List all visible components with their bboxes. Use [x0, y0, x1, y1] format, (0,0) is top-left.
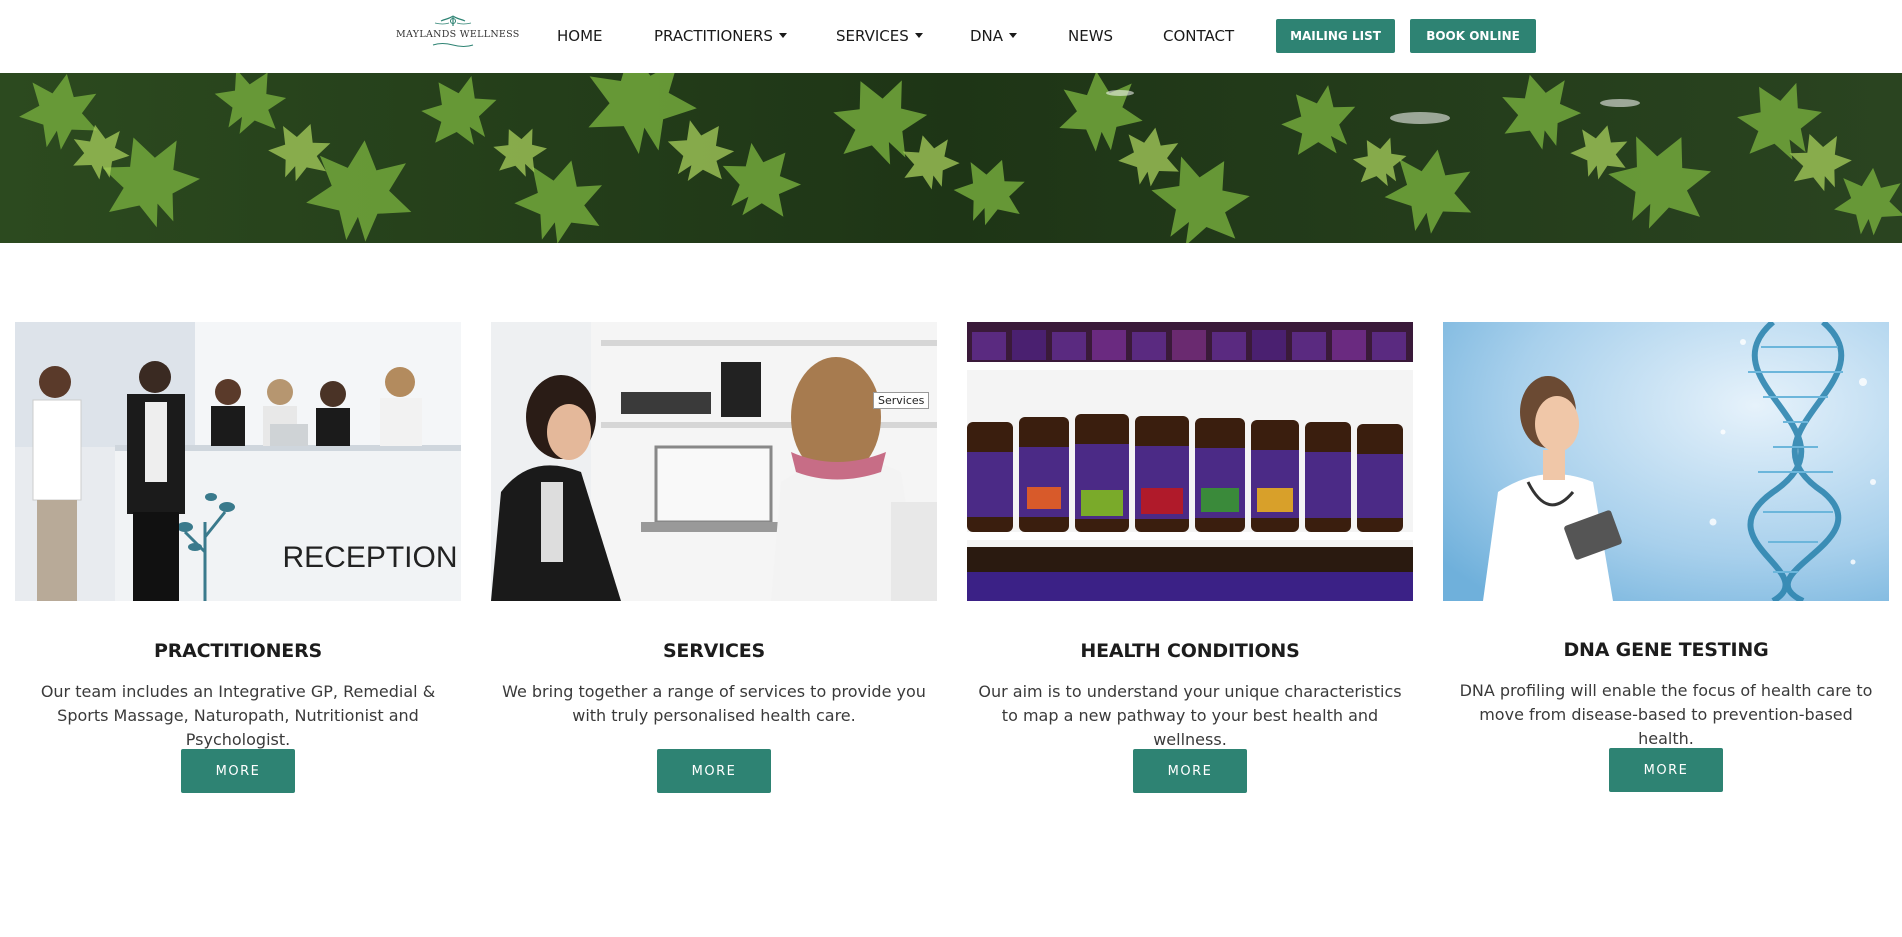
health-conditions-more-button[interactable]: MORE [1133, 749, 1247, 793]
caret-down-icon [1009, 33, 1018, 38]
dna-more-button[interactable]: MORE [1609, 748, 1723, 792]
logo-ornament-icon [434, 15, 472, 26]
logo-flourish-icon [432, 43, 474, 47]
site-header: MAYLANDS WELLNESS HOME PRACTITIONERS SER… [0, 0, 1902, 73]
card-description: Our team includes an Integrative GP, Rem… [40, 682, 436, 749]
services-more-button[interactable]: MORE [657, 749, 771, 793]
reception-sign: RECEPTION [282, 541, 457, 574]
nav-practitioners-label: PRACTITIONERS [654, 27, 773, 45]
nav-services[interactable]: SERVICES [836, 27, 923, 45]
site-logo[interactable]: MAYLANDS WELLNESS [396, 15, 520, 53]
nav-news[interactable]: NEWS [1068, 27, 1113, 45]
card-title: SERVICES [662, 640, 766, 662]
card-practitioners: RECEPTION PRACTITIONERS Our team include… [15, 322, 461, 793]
caret-down-icon [914, 33, 923, 38]
nav-services-label: SERVICES [836, 27, 909, 45]
book-online-button[interactable]: BOOK ONLINE [1410, 19, 1536, 53]
card-title: PRACTITIONERS [153, 640, 322, 662]
caret-down-icon [778, 33, 787, 38]
card-health-conditions: HEALTH CONDITIONS Our aim is to understa… [967, 322, 1413, 793]
reception-team-image: RECEPTION [15, 322, 461, 601]
nav-dna[interactable]: DNA [970, 27, 1018, 45]
card-description: DNA profiling will enable the focus of h… [1459, 681, 1873, 748]
nav-contact[interactable]: CONTACT [1163, 27, 1234, 45]
nav-contact-label: CONTACT [1163, 27, 1235, 45]
nav-home[interactable]: HOME [557, 27, 603, 45]
card-title: DNA GENE TESTING [1563, 639, 1769, 661]
nav-practitioners[interactable]: PRACTITIONERS [654, 27, 787, 45]
card-dna-gene-testing: DNA GENE TESTING DNA profiling will enab… [1443, 322, 1889, 792]
nav-dna-label: DNA [970, 27, 1004, 45]
nav-home-label: HOME [557, 27, 603, 45]
logo-text: MAYLANDS WELLNESS [396, 29, 520, 40]
mailing-list-button[interactable]: MAILING LIST [1276, 19, 1395, 53]
card-services: Services SERVICES We bring together a ra… [491, 322, 937, 793]
services-tooltip: Services [873, 392, 930, 409]
consultation-image: Services [491, 322, 937, 601]
nav-news-label: NEWS [1068, 27, 1114, 45]
card-title: HEALTH CONDITIONS [1080, 640, 1300, 662]
supplement-bottles-image [967, 322, 1413, 601]
card-description: Our aim is to understand your unique cha… [978, 682, 1402, 749]
hero-banner-leaves [0, 73, 1902, 243]
practitioners-more-button[interactable]: MORE [181, 749, 295, 793]
leaves-image [0, 73, 1902, 243]
dna-doctor-image [1443, 322, 1889, 601]
card-description: We bring together a range of services to… [502, 682, 926, 725]
